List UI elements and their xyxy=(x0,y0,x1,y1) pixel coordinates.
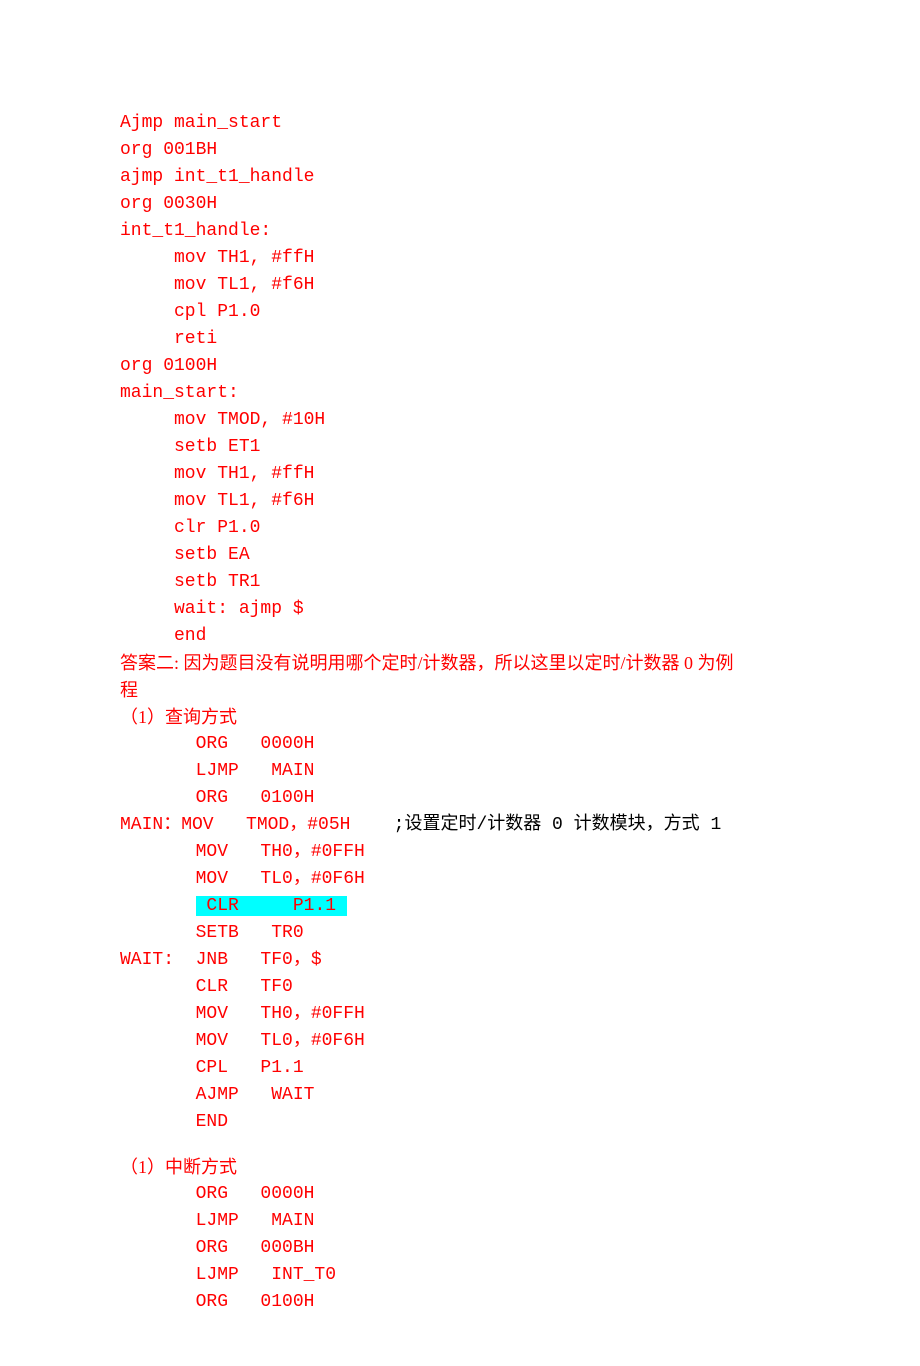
main-line: MAIN：MOV TMOD，#05H ;设置定时/计数器 0 计数模块，方式 1 xyxy=(120,812,800,839)
main-line-code: MAIN：MOV TMOD，#05H xyxy=(120,815,350,835)
code-line: END xyxy=(120,1109,800,1136)
code-line: MOV TH0，#0FFH xyxy=(120,839,800,866)
code-line: CPL P1.1 xyxy=(120,1055,800,1082)
code-line: clr P1.0 xyxy=(120,515,800,542)
code-line: CLR TF0 xyxy=(120,974,800,1001)
code-line: ORG 0100H xyxy=(120,1289,800,1316)
code-line: setb EA xyxy=(120,542,800,569)
code-line: LJMP INT_T0 xyxy=(120,1262,800,1289)
blank-line xyxy=(120,1136,800,1154)
answer2-intro-line1: 答案二: 因为题目没有说明用哪个定时/计数器，所以这里以定时/计数器 0 为例 xyxy=(120,650,800,677)
code-line: org 0100H xyxy=(120,353,800,380)
code-line: setb ET1 xyxy=(120,434,800,461)
clr-highlight: CLR P1.1 xyxy=(196,896,347,916)
clr-p11-line: CLR P1.1 xyxy=(120,893,800,920)
code-line: mov TL1, #f6H xyxy=(120,272,800,299)
code-line: ajmp int_t1_handle xyxy=(120,164,800,191)
code-line: mov TL1, #f6H xyxy=(120,488,800,515)
document-page: Ajmp main_startorg 001BHajmp int_t1_hand… xyxy=(0,0,920,1366)
code-line: mov TH1, #ffH xyxy=(120,245,800,272)
answer2-intro-line2: 程 xyxy=(120,677,800,704)
code-line: LJMP MAIN xyxy=(120,1208,800,1235)
code-line: wait: ajmp $ xyxy=(120,596,800,623)
code-line: LJMP MAIN xyxy=(120,758,800,785)
main-line-comment: ;设置定时/计数器 0 计数模块，方式 1 xyxy=(350,815,721,835)
code-line: ORG 000BH xyxy=(120,1235,800,1262)
code-line: setb TR1 xyxy=(120,569,800,596)
code-line: org 001BH xyxy=(120,137,800,164)
code-line: ORG 0000H xyxy=(120,731,800,758)
code-line: SETB TR0 xyxy=(120,920,800,947)
code-line: cpl P1.0 xyxy=(120,299,800,326)
code-line: ORG 0000H xyxy=(120,1181,800,1208)
code-line: Ajmp main_start xyxy=(120,110,800,137)
code-line: mov TMOD, #10H xyxy=(120,407,800,434)
code-line: WAIT: JNB TF0，$ xyxy=(120,947,800,974)
code-line: AJMP WAIT xyxy=(120,1082,800,1109)
code-line: ORG 0100H xyxy=(120,785,800,812)
code-line: MOV TL0，#0F6H xyxy=(120,866,800,893)
section-1-heading: （1）查询方式 xyxy=(120,704,800,731)
code-line: main_start: xyxy=(120,380,800,407)
code-line: org 0030H xyxy=(120,191,800,218)
code-line: mov TH1, #ffH xyxy=(120,461,800,488)
code-line: end xyxy=(120,623,800,650)
code-line: MOV TH0，#0FFH xyxy=(120,1001,800,1028)
clr-pad xyxy=(120,896,196,916)
code-line: int_t1_handle: xyxy=(120,218,800,245)
code-line: MOV TL0，#0F6H xyxy=(120,1028,800,1055)
section-2-heading: （1）中断方式 xyxy=(120,1154,800,1181)
code-line: reti xyxy=(120,326,800,353)
